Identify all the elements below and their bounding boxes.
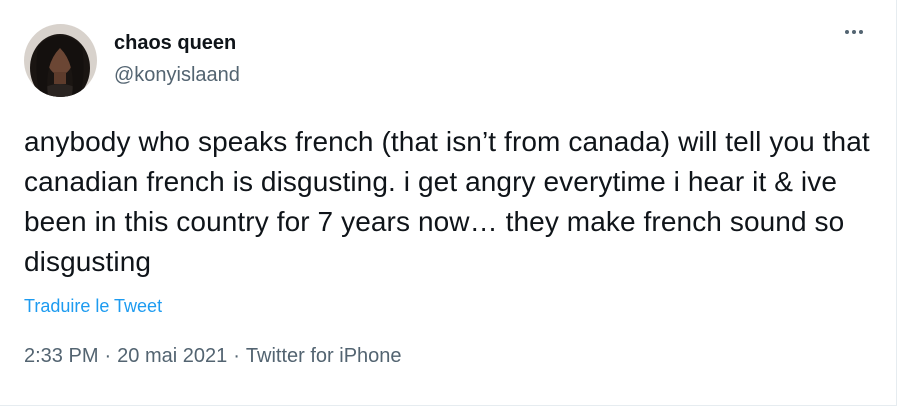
dot xyxy=(845,30,849,34)
avatar[interactable] xyxy=(24,24,97,97)
tweet-metadata: 2:33 PM · 20 mai 2021 · Twitter for iPho… xyxy=(24,345,402,368)
dot xyxy=(852,30,856,34)
translate-tweet-link[interactable]: Traduire le Tweet xyxy=(24,296,162,317)
more-horizontal-icon[interactable] xyxy=(845,30,863,34)
avatar-image xyxy=(24,24,97,97)
tweet-source[interactable]: Twitter for iPhone xyxy=(246,345,402,368)
user-handle[interactable]: @konyislaand xyxy=(114,63,240,87)
tweet-date[interactable]: 20 mai 2021 xyxy=(117,345,227,368)
display-name[interactable]: chaos queen xyxy=(114,31,240,55)
tweet-card: chaos queen @konyislaand anybody who spe… xyxy=(0,0,897,406)
separator: · xyxy=(233,345,240,367)
separator: · xyxy=(104,345,112,367)
tweet-time[interactable]: 2:33 PM xyxy=(24,345,98,368)
dot xyxy=(859,30,863,34)
tweet-text: anybody who speaks french (that isn’t fr… xyxy=(24,126,870,277)
tweet-header: chaos queen @konyislaand xyxy=(24,24,240,97)
author-names: chaos queen @konyislaand xyxy=(114,32,240,87)
